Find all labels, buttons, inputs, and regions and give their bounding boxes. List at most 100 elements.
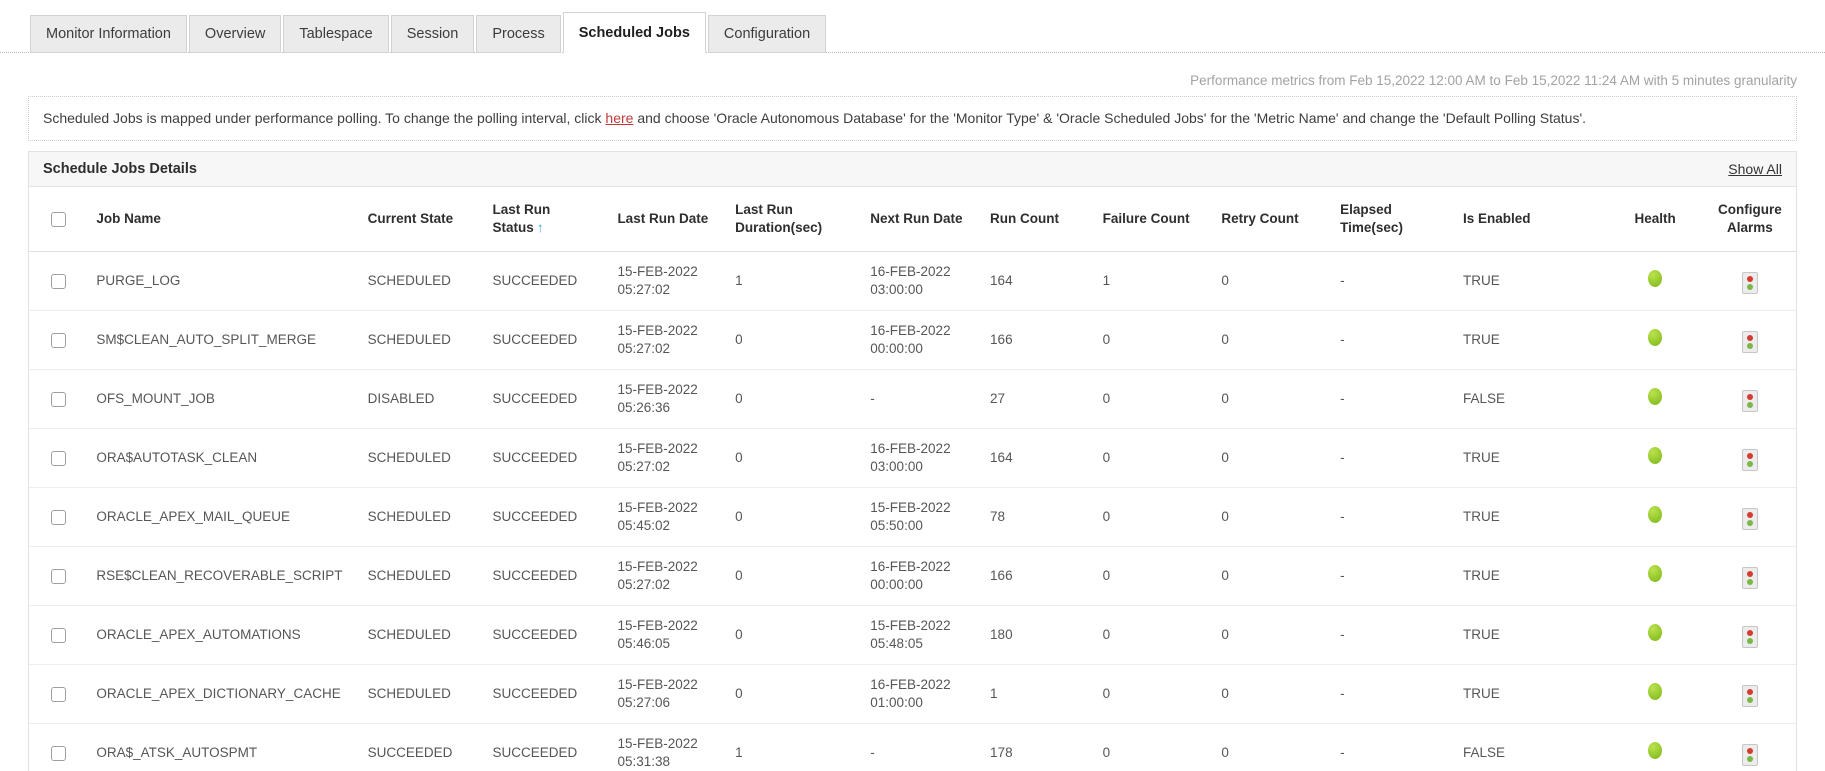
show-all-link[interactable]: Show All — [1728, 161, 1782, 177]
configure-alarms-icon[interactable] — [1741, 330, 1758, 353]
elapsed-time-cell: - — [1332, 605, 1455, 665]
row-checkbox[interactable] — [51, 332, 67, 348]
tab-overview[interactable]: Overview — [188, 15, 282, 53]
alarm-red-dot-icon — [1746, 452, 1753, 459]
health-status-icon — [1648, 270, 1663, 287]
failure-count-cell: 0 — [1094, 487, 1214, 547]
elapsed-time-cell: - — [1332, 310, 1455, 370]
performance-metrics-note: Performance metrics from Feb 15,2022 12:… — [1190, 73, 1797, 88]
failure-count-cell: 1 — [1094, 251, 1214, 311]
alarm-green-dot-icon — [1746, 578, 1753, 585]
health-status-icon — [1648, 683, 1663, 700]
next-run-date-cell: - — [862, 723, 983, 771]
next-run-date-cell: 16-FEB-2022 03:00:00 — [862, 251, 983, 311]
table-header-row: Job Name Current State Last Run Status ↑ … — [29, 187, 1796, 252]
col-header-last-run-date[interactable]: Last Run Date — [609, 187, 728, 252]
current-state-cell: SCHEDULED — [359, 605, 485, 665]
row-checkbox[interactable] — [51, 450, 67, 466]
tab-scheduled-jobs[interactable]: Scheduled Jobs — [562, 12, 706, 53]
last-run-date-cell: 15-FEB-2022 05:27:02 — [609, 310, 728, 370]
next-run-date-cell: 16-FEB-2022 01:00:00 — [862, 664, 983, 724]
failure-count-cell: 0 — [1094, 605, 1214, 665]
col-header-run-count[interactable]: Run Count — [982, 187, 1095, 252]
failure-count-cell: 0 — [1094, 428, 1214, 488]
job-name-cell: ORA$_ATSK_AUTOSPMT — [88, 723, 360, 771]
last-run-status-cell: SUCCEEDED — [484, 723, 610, 771]
next-run-date-cell: 16-FEB-2022 00:00:00 — [862, 546, 983, 606]
select-all-checkbox[interactable] — [51, 211, 67, 227]
col-header-failure-count[interactable]: Failure Count — [1094, 187, 1214, 252]
row-checkbox[interactable] — [51, 686, 67, 702]
col-header-elapsed-time[interactable]: Elapsed Time(sec) — [1332, 187, 1455, 252]
configure-alarms-icon[interactable] — [1741, 389, 1758, 412]
job-table-row: OFS_MOUNT_JOB DISABLED SUCCEEDED 15-FEB-… — [29, 369, 1796, 429]
elapsed-time-cell: - — [1332, 369, 1455, 429]
job-name-cell: ORACLE_APEX_MAIL_QUEUE — [88, 487, 360, 547]
current-state-cell: SCHEDULED — [359, 428, 485, 488]
schedule-jobs-card: Schedule Jobs Details Show All Job Name … — [28, 151, 1797, 771]
configure-alarms-icon[interactable] — [1741, 625, 1758, 648]
current-state-cell: DISABLED — [359, 369, 485, 429]
col-header-current-state[interactable]: Current State — [359, 187, 485, 252]
run-count-cell: 27 — [982, 369, 1095, 429]
col-header-next-run-date[interactable]: Next Run Date — [862, 187, 983, 252]
polling-info-banner: Scheduled Jobs is mapped under performan… — [28, 96, 1797, 141]
current-state-cell: SCHEDULED — [359, 487, 485, 547]
sort-ascending-icon[interactable]: ↑ — [534, 220, 544, 235]
col-header-retry-count[interactable]: Retry Count — [1213, 187, 1333, 252]
next-run-date-cell: 16-FEB-2022 00:00:00 — [862, 310, 983, 370]
configure-alarms-icon[interactable] — [1741, 684, 1758, 707]
is-enabled-cell: FALSE — [1455, 369, 1607, 429]
configure-alarms-icon[interactable] — [1741, 743, 1758, 766]
col-header-health[interactable]: Health — [1606, 187, 1704, 252]
tab-configuration[interactable]: Configuration — [707, 15, 827, 53]
row-checkbox[interactable] — [51, 627, 67, 643]
row-checkbox[interactable] — [51, 568, 67, 584]
configure-alarms-icon[interactable] — [1741, 448, 1758, 471]
last-run-status-cell: SUCCEEDED — [484, 310, 610, 370]
configure-alarms-icon[interactable] — [1741, 566, 1758, 589]
configure-alarms-icon[interactable] — [1741, 507, 1758, 530]
run-count-cell: 166 — [982, 546, 1095, 606]
job-table-row: RSE$CLEAN_RECOVERABLE_SCRIPT SCHEDULED S… — [29, 546, 1796, 606]
schedule-jobs-card-header: Schedule Jobs Details Show All — [29, 152, 1796, 187]
tab-tablespace[interactable]: Tablespace — [283, 15, 389, 53]
col-header-job-name[interactable]: Job Name — [88, 187, 360, 252]
last-run-date-cell: 15-FEB-2022 05:27:06 — [609, 664, 728, 724]
row-checkbox[interactable] — [51, 745, 67, 761]
last-run-date-cell: 15-FEB-2022 05:31:38 — [609, 723, 728, 771]
last-run-date-cell: 15-FEB-2022 05:46:05 — [609, 605, 728, 665]
alarm-red-dot-icon — [1746, 275, 1753, 282]
tab-monitor-information[interactable]: Monitor Information — [30, 15, 187, 53]
job-name-cell: SM$CLEAN_AUTO_SPLIT_MERGE — [88, 310, 360, 370]
last-run-duration-cell: 0 — [727, 310, 863, 370]
next-run-date-cell: 16-FEB-2022 03:00:00 — [862, 428, 983, 488]
run-count-cell: 166 — [982, 310, 1095, 370]
failure-count-cell: 0 — [1094, 310, 1214, 370]
row-checkbox[interactable] — [51, 391, 67, 407]
polling-here-link[interactable]: here — [605, 110, 633, 126]
retry-count-cell: 0 — [1213, 605, 1333, 665]
configure-alarms-icon[interactable] — [1741, 271, 1758, 294]
failure-count-cell: 0 — [1094, 664, 1214, 724]
col-header-is-enabled[interactable]: Is Enabled — [1455, 187, 1607, 252]
tab-process[interactable]: Process — [476, 15, 561, 53]
row-checkbox[interactable] — [51, 509, 67, 525]
tab-session[interactable]: Session — [390, 15, 475, 53]
last-run-duration-cell: 1 — [727, 251, 863, 311]
job-name-cell: PURGE_LOG — [88, 251, 360, 311]
last-run-status-cell: SUCCEEDED — [484, 487, 610, 547]
last-run-duration-cell: 0 — [727, 487, 863, 547]
banner-text-before: Scheduled Jobs is mapped under performan… — [43, 110, 606, 126]
col-header-last-run-duration[interactable]: Last Run Duration(sec) — [727, 187, 863, 252]
col-header-last-run-status[interactable]: Last Run Status ↑ — [484, 187, 610, 252]
alarm-red-dot-icon — [1746, 747, 1753, 754]
current-state-cell: SCHEDULED — [359, 664, 485, 724]
next-run-date-cell: - — [862, 369, 983, 429]
elapsed-time-cell: - — [1332, 251, 1455, 311]
row-checkbox[interactable] — [51, 273, 67, 289]
card-title: Schedule Jobs Details — [43, 161, 197, 177]
run-count-cell: 180 — [982, 605, 1095, 665]
retry-count-cell: 0 — [1213, 664, 1333, 724]
job-name-cell: ORA$AUTOTASK_CLEAN — [88, 428, 360, 488]
